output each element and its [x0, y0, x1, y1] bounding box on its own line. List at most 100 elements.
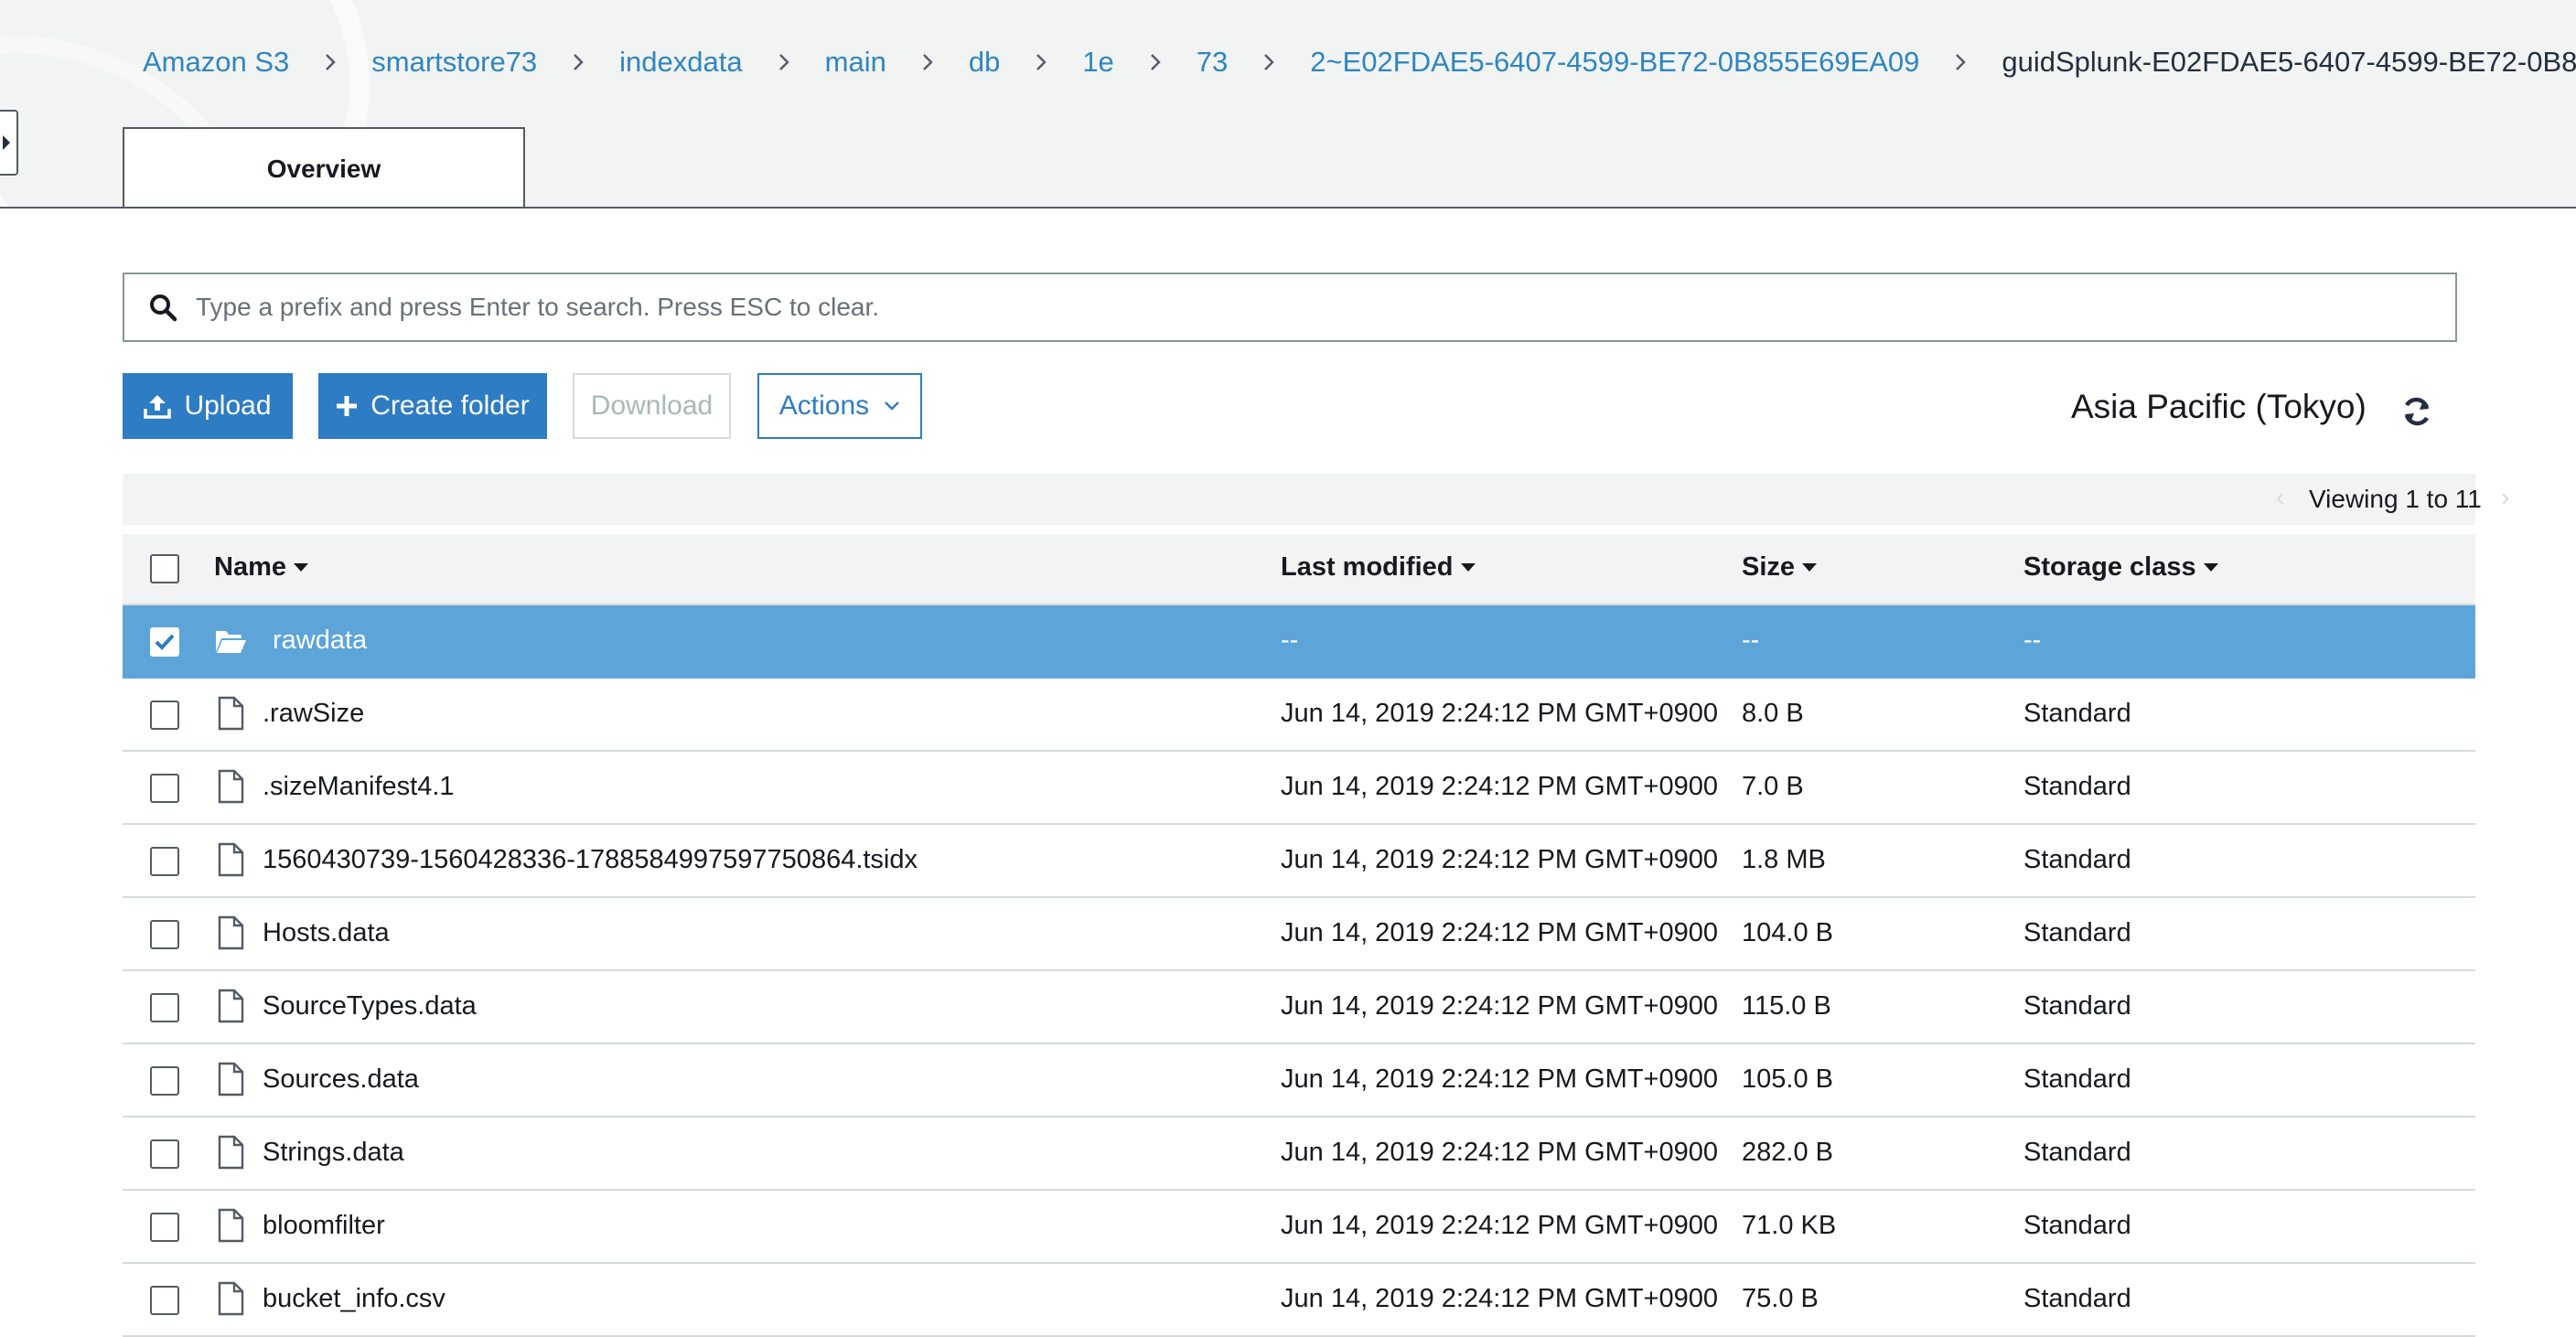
file-name-link[interactable]: bucket_info.csv — [263, 1284, 445, 1314]
file-icon — [218, 696, 244, 731]
storage-class-cell: Standard — [2023, 1211, 2131, 1240]
file-name-link[interactable]: rawdata — [273, 626, 367, 656]
breadcrumb-item-db[interactable]: db — [969, 42, 1000, 82]
caret-right-icon — [3, 135, 10, 150]
last-modified-cell: Jun 14, 2019 2:24:12 PM GMT+0900 — [1281, 1064, 1719, 1094]
size-cell: 75.0 B — [1742, 1284, 1819, 1313]
create-folder-label: Create folder — [370, 390, 530, 421]
breadcrumb-item-main[interactable]: main — [825, 42, 886, 82]
file-name-link[interactable]: Strings.data — [263, 1138, 404, 1168]
table-row[interactable]: 1560430739-1560428336-178858499759775086… — [123, 825, 2475, 898]
table-row[interactable]: SourceTypes.data Jun 14, 2019 2:24:12 PM… — [123, 971, 2475, 1044]
refresh-button[interactable] — [2399, 393, 2435, 430]
table-row[interactable]: Sources.data Jun 14, 2019 2:24:12 PM GMT… — [123, 1044, 2475, 1118]
region-label: Asia Pacific (Tokyo) — [2071, 388, 2367, 425]
table-row[interactable]: bucket_info.csv Jun 14, 2019 2:24:12 PM … — [123, 1264, 2475, 1337]
refresh-icon — [2404, 397, 2430, 426]
select-all-checkbox[interactable] — [150, 554, 179, 583]
chevron-right-icon — [1035, 52, 1047, 72]
upload-icon — [144, 393, 172, 419]
upload-button[interactable]: Upload — [123, 373, 293, 439]
tab-overview[interactable]: Overview — [123, 127, 525, 207]
size-cell: 1.8 MB — [1742, 845, 1826, 874]
column-header-size-label: Size — [1742, 552, 1796, 582]
chevron-right-icon — [1262, 52, 1275, 72]
column-header-size[interactable]: Size — [1742, 552, 1818, 583]
size-cell: 105.0 B — [1742, 1064, 1833, 1094]
storage-class-cell: Standard — [2023, 991, 2131, 1021]
download-button[interactable]: Download — [573, 373, 731, 439]
column-header-name-label: Name — [214, 552, 286, 582]
file-icon — [218, 1281, 244, 1316]
breadcrumb-item-guid-folder[interactable]: 2~E02FDAE5-6407-4599-BE72-0B855E69EA09 — [1310, 42, 1919, 82]
row-checkbox[interactable] — [150, 920, 179, 949]
next-page-button[interactable]: › — [2501, 483, 2509, 512]
folder-open-icon — [216, 631, 246, 653]
storage-class-cell: Standard — [2023, 1284, 2131, 1313]
chevron-right-icon — [1954, 52, 1967, 72]
row-checkbox[interactable] — [150, 701, 179, 730]
column-header-storage-class[interactable]: Storage class — [2023, 552, 2218, 583]
last-modified-cell: Jun 14, 2019 2:24:12 PM GMT+0900 — [1281, 699, 1719, 728]
row-checkbox[interactable] — [150, 774, 179, 803]
storage-class-cell: Standard — [2023, 699, 2131, 728]
row-checkbox[interactable] — [150, 1286, 179, 1315]
last-modified-cell: Jun 14, 2019 2:24:12 PM GMT+0900 — [1281, 918, 1719, 947]
breadcrumb-item-bucket[interactable]: smartstore73 — [371, 42, 537, 82]
file-icon — [218, 769, 244, 804]
storage-class-cell: Standard — [2023, 918, 2131, 947]
breadcrumb-item-indexdata[interactable]: indexdata — [619, 42, 742, 82]
size-cell: 115.0 B — [1742, 991, 1831, 1021]
storage-class-cell: Standard — [2023, 1138, 2131, 1167]
row-checkbox[interactable] — [150, 1066, 179, 1096]
actions-dropdown[interactable]: Actions — [757, 373, 922, 439]
chevron-right-icon — [778, 52, 790, 72]
breadcrumb-current: guidSplunk-E02FDAE5-6407-4599-BE72-0B855… — [2002, 46, 2576, 78]
column-header-name[interactable]: Name — [214, 552, 308, 583]
breadcrumb-item-1e[interactable]: 1e — [1082, 42, 1113, 82]
table-row[interactable]: .sizeManifest4.1 Jun 14, 2019 2:24:12 PM… — [123, 752, 2475, 825]
table-row[interactable]: rawdata -- -- -- — [123, 605, 2475, 679]
file-name-link[interactable]: bloomfilter — [263, 1211, 385, 1241]
file-name-link[interactable]: Hosts.data — [263, 918, 390, 948]
create-folder-button[interactable]: Create folder — [318, 373, 547, 439]
file-name-link[interactable]: .rawSize — [263, 699, 364, 729]
last-modified-cell: Jun 14, 2019 2:24:12 PM GMT+0900 — [1281, 1211, 1719, 1240]
file-name-link[interactable]: .sizeManifest4.1 — [263, 772, 455, 802]
last-modified-cell: Jun 14, 2019 2:24:12 PM GMT+0900 — [1281, 1284, 1719, 1313]
file-name-link[interactable]: Sources.data — [263, 1064, 419, 1095]
file-name-link[interactable]: SourceTypes.data — [263, 991, 477, 1021]
size-cell: 71.0 KB — [1742, 1211, 1837, 1240]
pagination-bar: ‹ Viewing 1 to 11 › — [123, 474, 2509, 525]
table-header: Name Last modified Size Storage class — [123, 534, 2475, 605]
column-header-last-modified[interactable]: Last modified — [1281, 552, 1476, 583]
file-icon — [218, 842, 244, 877]
actions-label: Actions — [778, 390, 870, 421]
chevron-right-icon — [1149, 52, 1162, 72]
table-row[interactable]: Hosts.data Jun 14, 2019 2:24:12 PM GMT+0… — [123, 898, 2475, 971]
size-cell: -- — [1742, 626, 1760, 655]
search-icon — [145, 289, 181, 326]
row-checkbox[interactable] — [150, 847, 179, 876]
breadcrumb-item-73[interactable]: 73 — [1197, 42, 1228, 82]
chevron-down-icon — [884, 401, 900, 412]
file-name-link[interactable]: 1560430739-1560428336-178858499759775086… — [263, 845, 918, 875]
table-row[interactable]: bloomfilter Jun 14, 2019 2:24:12 PM GMT+… — [123, 1191, 2475, 1264]
chevron-right-icon — [921, 52, 934, 72]
row-checkbox[interactable] — [150, 993, 179, 1022]
sidebar-toggle-button[interactable] — [0, 110, 18, 176]
table-row[interactable]: .rawSize Jun 14, 2019 2:24:12 PM GMT+090… — [123, 679, 2475, 752]
row-checkbox[interactable] — [150, 1213, 179, 1242]
prev-page-button[interactable]: ‹ — [2276, 483, 2284, 512]
row-checkbox[interactable] — [150, 627, 179, 657]
row-checkbox[interactable] — [150, 1139, 179, 1169]
file-icon — [218, 1208, 244, 1243]
storage-class-cell: Standard — [2023, 772, 2131, 801]
breadcrumb-item-amazon-s3[interactable]: Amazon S3 — [143, 42, 289, 82]
sort-caret-icon — [294, 562, 308, 572]
storage-class-cell: Standard — [2023, 845, 2131, 874]
search-input[interactable] — [194, 279, 2455, 336]
file-icon — [218, 989, 244, 1023]
last-modified-cell: Jun 14, 2019 2:24:12 PM GMT+0900 — [1281, 991, 1719, 1021]
table-row[interactable]: Strings.data Jun 14, 2019 2:24:12 PM GMT… — [123, 1118, 2475, 1191]
